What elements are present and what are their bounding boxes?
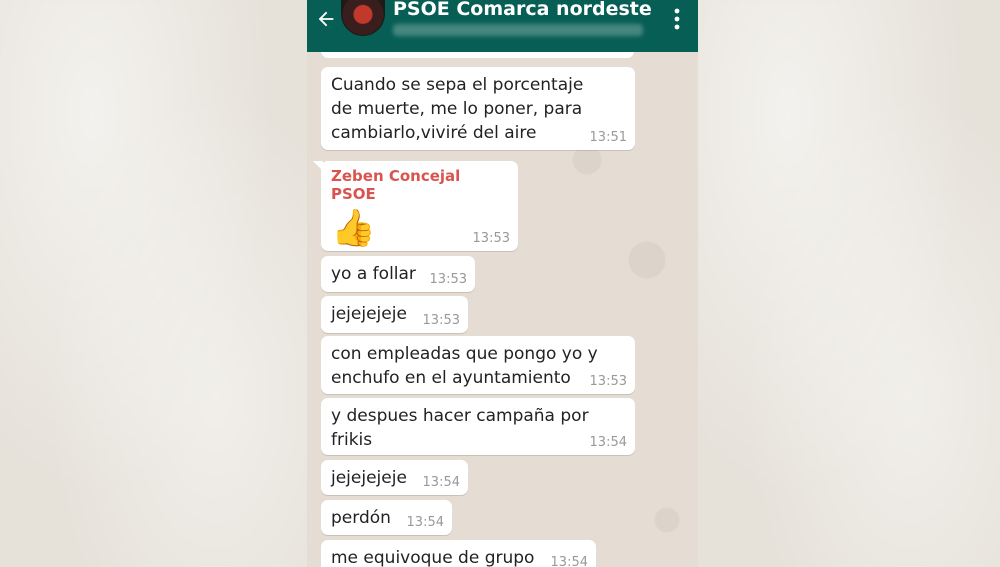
group-participants-blurred xyxy=(393,24,643,36)
sender-name[interactable]: Zeben Concejal PSOE xyxy=(331,167,508,203)
background-left xyxy=(0,0,307,567)
message-bubble[interactable]: jejejejeje 13:53 xyxy=(321,296,468,333)
message-bubble[interactable]: me equivoque de grupo 13:54 xyxy=(321,540,596,567)
message-time: 13:53 xyxy=(589,374,627,389)
message-bubble[interactable]: yo a follar 13:53 xyxy=(321,256,475,292)
message-bubble[interactable]: Zeben Concejal PSOE 👍 13:53 xyxy=(313,161,518,251)
message-time: 13:53 xyxy=(429,272,467,287)
message-time: 13:54 xyxy=(406,515,444,530)
message-text: me equivoque de grupo xyxy=(331,548,535,567)
message-time: 13:54 xyxy=(422,475,460,490)
more-options-icon[interactable] xyxy=(674,8,680,30)
message-bubble[interactable]: perdón 13:54 xyxy=(321,500,452,535)
background-right xyxy=(698,0,1000,567)
message-bubble[interactable]: y despues hacer campaña por frikis 13:54 xyxy=(321,398,635,455)
message-time: 13:51 xyxy=(589,130,627,145)
chat-screen: PSOE Comarca nordeste 13:49 Cuando se se… xyxy=(307,0,698,567)
message-bubble[interactable]: con empleadas que pongo yo y enchufo en … xyxy=(321,336,635,394)
group-avatar[interactable] xyxy=(341,0,385,36)
chat-header: PSOE Comarca nordeste xyxy=(307,0,698,52)
message-text: Cuando se sepa el porcentaje de muerte, … xyxy=(331,75,584,143)
message-time: 13:53 xyxy=(422,313,460,328)
message-text: y despues hacer campaña por frikis xyxy=(331,406,589,450)
message-bubble[interactable]: Cuando se sepa el porcentaje de muerte, … xyxy=(321,67,635,150)
group-title[interactable]: PSOE Comarca nordeste xyxy=(393,0,652,20)
message-bubble[interactable]: jejejejeje 13:54 xyxy=(321,460,468,495)
message-time: 13:54 xyxy=(550,555,588,567)
message-time: 13:53 xyxy=(472,231,510,246)
back-arrow-icon[interactable] xyxy=(315,8,337,30)
message-text: con empleadas que pongo yo y enchufo en … xyxy=(331,344,598,388)
message-time: 13:54 xyxy=(589,435,627,450)
